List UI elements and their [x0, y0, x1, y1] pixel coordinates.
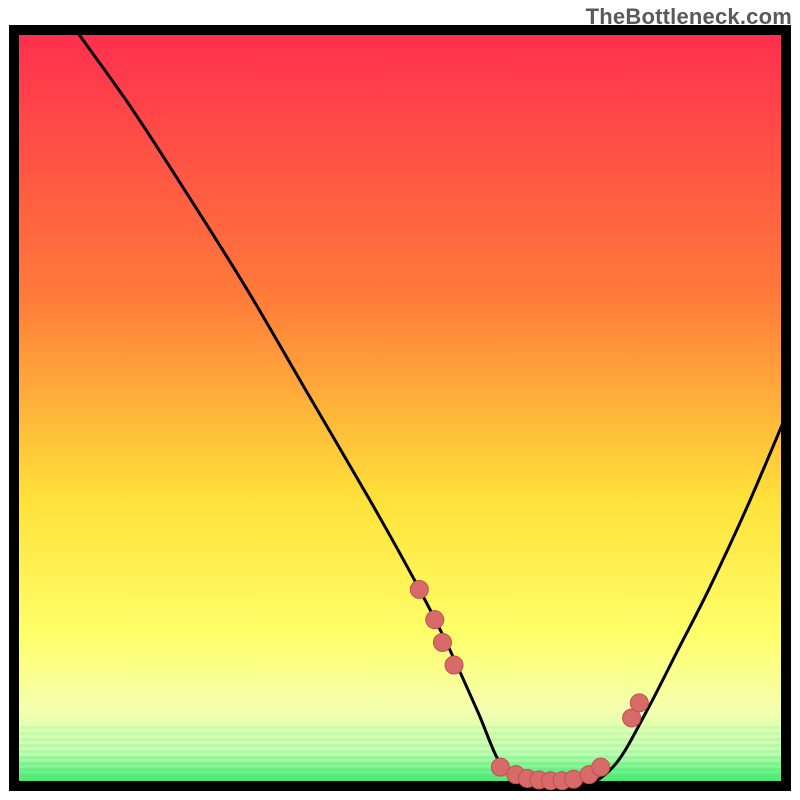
data-dot	[426, 611, 444, 629]
data-dot	[592, 758, 610, 776]
data-dot	[445, 656, 463, 674]
bottleneck-chart	[0, 0, 800, 800]
data-dot	[410, 580, 428, 598]
chart-background	[14, 30, 786, 786]
data-dot	[433, 633, 451, 651]
data-dot	[630, 694, 648, 712]
chart-container: TheBottleneck.com	[0, 0, 800, 800]
